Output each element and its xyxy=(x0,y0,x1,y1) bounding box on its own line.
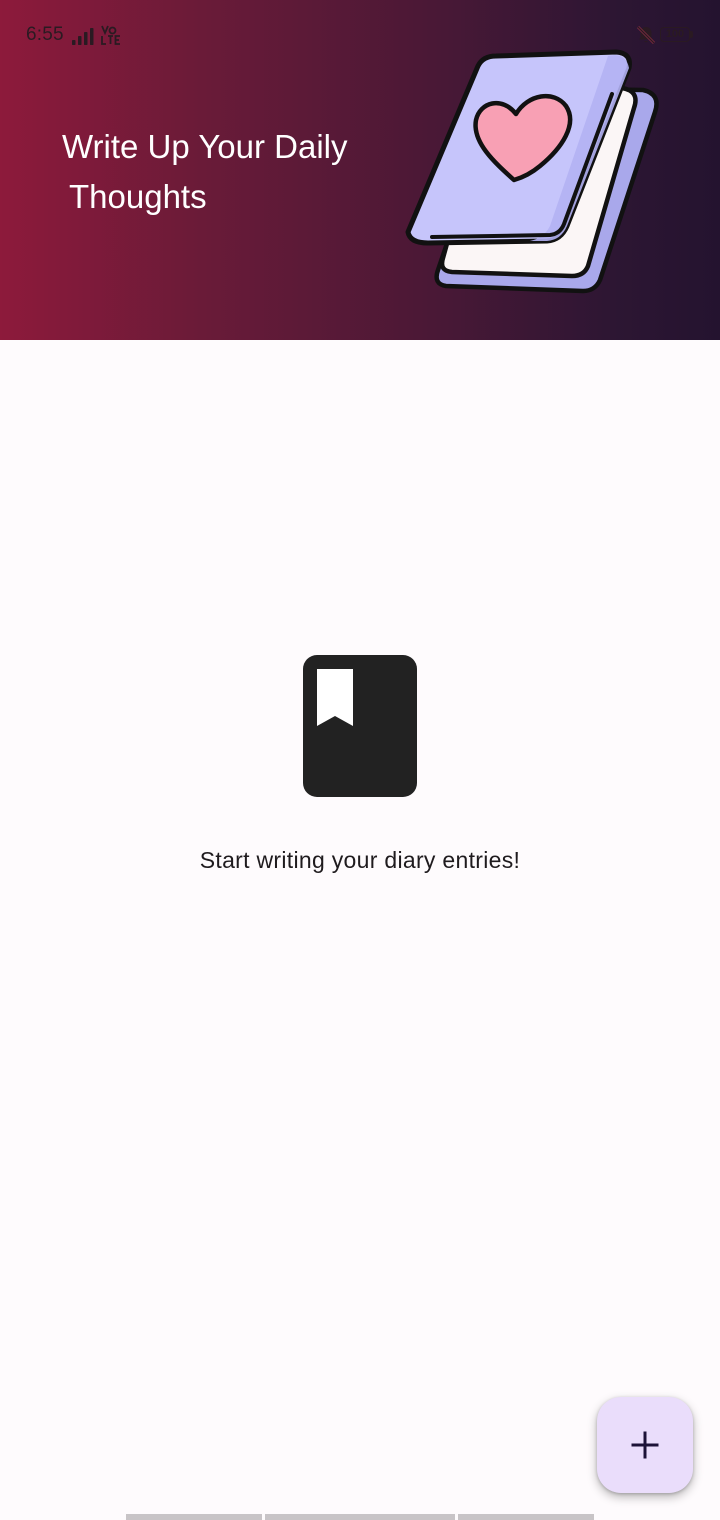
signal-icon xyxy=(72,28,94,45)
volte-icon xyxy=(101,25,120,45)
add-entry-button[interactable] xyxy=(597,1397,693,1493)
battery-tip xyxy=(690,31,693,38)
battery-level: 100 xyxy=(665,28,685,40)
gesture-bar-center xyxy=(265,1514,455,1520)
plus-icon xyxy=(631,1431,659,1459)
gesture-bar-left xyxy=(126,1514,262,1520)
header-title-line1: Write Up Your Daily xyxy=(62,128,348,165)
gesture-bar-right xyxy=(458,1514,594,1520)
header-title: Write Up Your Daily Thoughts xyxy=(62,122,392,222)
main-content: Start writing your diary entries! xyxy=(0,340,720,1520)
header-title-line2: Thoughts xyxy=(69,178,207,215)
diary-heart-book-illustration xyxy=(405,49,659,294)
bookmark-book-icon xyxy=(303,655,417,797)
status-time: 6:55 xyxy=(26,24,64,45)
empty-state-message: Start writing your diary entries! xyxy=(199,847,521,873)
header-banner: 6:55 100 Write Up Your Daily Thoughts xyxy=(0,0,720,340)
bell-off-icon xyxy=(637,26,655,44)
